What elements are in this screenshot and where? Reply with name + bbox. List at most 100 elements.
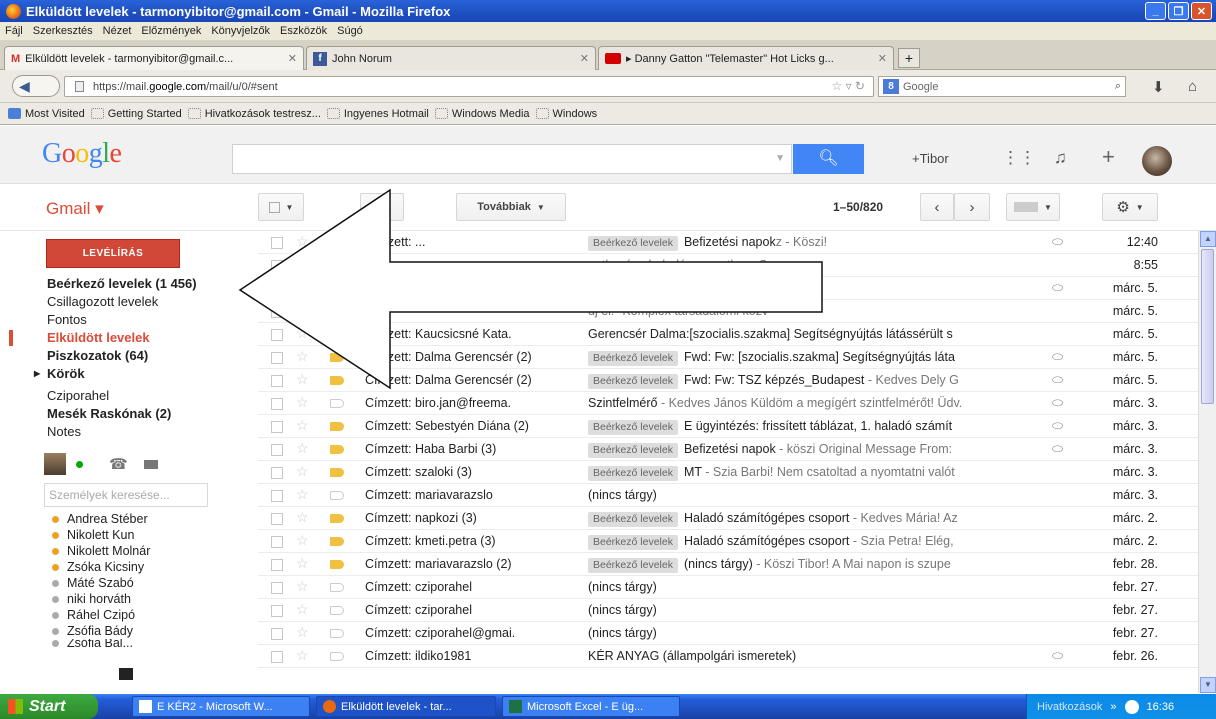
table-row[interactable]: ☆ Címzett: Dalma Gerencsér (2) Beérkező le… [258, 346, 1198, 369]
table-row[interactable]: ☆ ó - Kedves Anna! Küldöm a febru ⬭ márc. 5… [258, 277, 1198, 300]
row-checkbox[interactable] [271, 237, 283, 249]
contact-item[interactable]: Andrea Stéber [52, 511, 150, 527]
url-bar[interactable]: https://mail. google.com/mail/u/0/#sent ☆… [64, 76, 874, 97]
chat-avatar[interactable] [44, 453, 66, 475]
bookmark-item[interactable]: Getting Started [90, 108, 182, 120]
menu-item[interactable]: Súgó [337, 25, 363, 37]
next-page-button[interactable]: › [954, 193, 990, 221]
menu-item[interactable]: Fájl [5, 25, 23, 37]
tab-close-icon[interactable]: ✕ [580, 52, 589, 65]
refresh-button[interactable]: ↻ [360, 193, 404, 221]
table-row[interactable]: ☆ Címzett: cziporahel@gmai. (nincs tárgy) f… [258, 622, 1198, 645]
row-checkbox[interactable] [271, 398, 283, 410]
contact-item[interactable]: Máté Szabó [52, 575, 150, 591]
notifications-bell-icon[interactable]: ♫ [1054, 148, 1067, 168]
star-icon[interactable]: ☆ [296, 256, 309, 273]
label-tag[interactable]: Beérkező levelek [588, 558, 678, 573]
table-row[interactable]: ☆ Címzett: napkozi (3) Beérkező levelek Hal… [258, 507, 1198, 530]
row-checkbox[interactable] [271, 306, 283, 318]
row-checkbox[interactable] [271, 421, 283, 433]
star-icon[interactable]: ☆ [296, 647, 309, 664]
google-plus-user[interactable]: +Tibor [912, 151, 949, 166]
tab-gmail[interactable]: M Elküldött levelek - tarmonyibitor@gmai… [4, 46, 304, 70]
importance-marker-icon[interactable] [330, 238, 344, 247]
importance-marker-icon[interactable] [330, 491, 344, 500]
contact-item[interactable]: Zsófia Bády [52, 623, 150, 639]
label-tag[interactable]: Beérkező levelek [588, 420, 678, 435]
importance-marker-icon[interactable] [330, 353, 344, 362]
settings-button[interactable]: ⚙ ▼ [1102, 193, 1158, 221]
table-row[interactable]: ☆ Címzett: ... Beérkező levelek Befizetési … [258, 231, 1198, 254]
input-tools-button[interactable]: ▼ [1006, 193, 1060, 221]
menu-item[interactable]: Nézet [103, 25, 132, 37]
row-checkbox[interactable] [271, 283, 283, 295]
scrollbar-thumb[interactable] [1201, 249, 1214, 404]
download-icon[interactable]: ⬇ [1152, 78, 1165, 96]
importance-marker-icon[interactable] [330, 307, 344, 316]
bookmark-item[interactable]: Ingyenes Hotmail [326, 108, 429, 120]
compose-button[interactable]: LEVÉLÍRÁS [46, 239, 180, 268]
bookmark-item[interactable]: Windows Media [434, 108, 530, 120]
star-icon[interactable]: ☆ [296, 417, 309, 434]
importance-marker-icon[interactable] [330, 399, 344, 408]
importance-marker-icon[interactable] [330, 652, 344, 661]
contact-item[interactable]: niki horváth [52, 591, 150, 607]
expand-caret-icon[interactable]: ▶ [34, 365, 40, 383]
star-icon[interactable]: ☆ [296, 509, 309, 526]
contact-item[interactable]: Nikolett Kun [52, 527, 150, 543]
star-icon[interactable]: ☆ [296, 624, 309, 641]
importance-marker-icon[interactable] [330, 261, 344, 270]
row-checkbox[interactable] [271, 513, 283, 525]
star-icon[interactable]: ☆ [296, 463, 309, 480]
star-icon[interactable]: ☆ [296, 601, 309, 618]
row-checkbox[interactable] [271, 329, 283, 341]
contact-item[interactable]: Zsóka Kicsiny [52, 559, 150, 575]
table-row[interactable]: ☆ Címzett: szaloki (3) Beérkező levelek MT … [258, 461, 1198, 484]
gmail-menu-label[interactable]: Gmail ▾ [46, 199, 104, 219]
share-plus-icon[interactable]: + [1102, 144, 1115, 170]
task-excel[interactable]: Microsoft Excel - E üg... [502, 696, 680, 717]
star-icon[interactable]: ☆ [296, 371, 309, 388]
browser-search-bar[interactable]: 8 Google ⌕ [878, 76, 1126, 97]
label-tag[interactable]: Beérkező levelek [588, 443, 678, 458]
home-icon[interactable]: ⌂ [1188, 78, 1197, 95]
video-icon[interactable] [143, 459, 158, 469]
back-button[interactable]: ◀ [12, 75, 60, 97]
sidebar-item[interactable]: Cziporahel [0, 387, 230, 405]
row-checkbox[interactable] [271, 536, 283, 548]
menu-item[interactable]: Könyvjelzők [211, 25, 270, 37]
star-icon[interactable]: ☆ [296, 279, 309, 296]
importance-marker-icon[interactable] [330, 330, 344, 339]
table-row[interactable]: ☆ Címzett: kmeti.petra (3) Beérkező levele… [258, 530, 1198, 553]
row-checkbox[interactable] [271, 260, 283, 272]
sidebar-item[interactable]: Csillagozott levelek [0, 293, 230, 311]
label-tag[interactable]: Beérkező levelek [588, 512, 678, 527]
row-checkbox[interactable] [271, 467, 283, 479]
chat-bubble-icon[interactable] [119, 668, 133, 680]
scrollbar[interactable]: ▲ ▼ [1198, 231, 1216, 693]
contact-item[interactable]: Ráhel Czipó [52, 607, 150, 623]
label-tag[interactable]: Beérkező levelek [588, 374, 678, 389]
row-checkbox[interactable] [271, 375, 283, 387]
new-tab-button[interactable]: + [898, 48, 920, 68]
sidebar-item[interactable]: Piszkozatok (64) [0, 347, 230, 365]
importance-marker-icon[interactable] [330, 583, 344, 592]
table-row[interactable]: ☆ Címzett: mariavarazslo (2) Beérkező leve… [258, 553, 1198, 576]
table-row[interactable]: ☆ Címzett: Kaucsicsné Kata. Gerencsér Dalm… [258, 323, 1198, 346]
table-row[interactable]: ☆ Címzett: biro.jan@freema. Szintfelmérő -… [258, 392, 1198, 415]
table-row[interactable]: ☆ dj el!" Komplex társadalomi közv márc. 5… [258, 300, 1198, 323]
table-row[interactable]: ☆ entkezése haladó csoportba. - S 8:55 [258, 254, 1198, 277]
menu-item[interactable]: Előzmények [141, 25, 201, 37]
search-icon[interactable]: ⌕ [1115, 80, 1121, 93]
apps-grid-icon[interactable]: ⋮⋮ [1002, 148, 1036, 168]
table-row[interactable]: ☆ Címzett: mariavarazslo (nincs tárgy) márc… [258, 484, 1198, 507]
sidebar-item[interactable]: Fontos [0, 311, 230, 329]
tray-links-label[interactable]: Hivatkozások [1037, 701, 1102, 713]
sidebar-item[interactable]: ▶ Körök [0, 365, 230, 383]
sidebar-item[interactable]: Elküldött levelek [0, 329, 230, 347]
star-icon[interactable]: ☆ [296, 486, 309, 503]
contact-item[interactable]: Zsófia Bal... [52, 639, 150, 647]
label-tag[interactable]: Beérkező levelek [588, 236, 678, 251]
close-button[interactable]: ✕ [1191, 2, 1212, 20]
row-checkbox[interactable] [271, 651, 283, 663]
